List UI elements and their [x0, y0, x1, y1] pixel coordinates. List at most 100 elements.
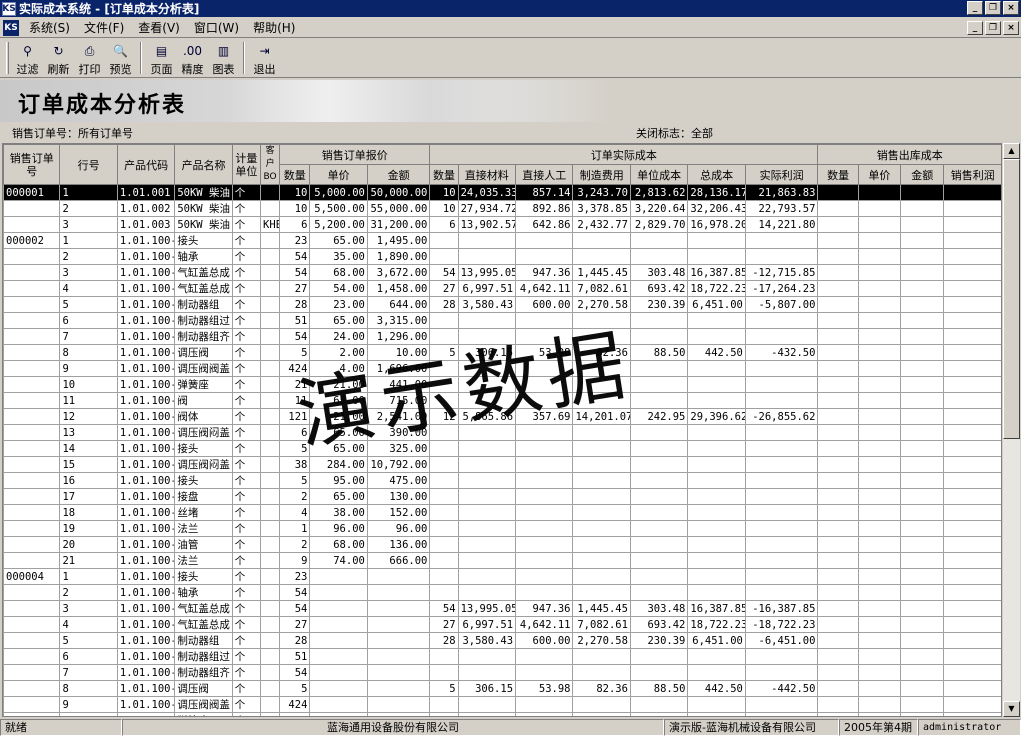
cell-out-profit[interactable] — [944, 473, 1002, 489]
cell-line-no[interactable]: 13 — [60, 425, 117, 441]
cell-out-price[interactable] — [858, 361, 900, 377]
cell-manufacturing[interactable] — [573, 537, 630, 553]
cell-out-profit[interactable] — [944, 617, 1002, 633]
cell-out-qty[interactable] — [818, 489, 858, 505]
cell-quote-price[interactable] — [310, 697, 367, 713]
cell-out-price[interactable] — [858, 473, 900, 489]
cell-unit[interactable]: 个 — [232, 553, 260, 569]
cell-unit-cost[interactable] — [630, 329, 687, 345]
cell-total-cost[interactable] — [688, 585, 745, 601]
cell-out-amount[interactable] — [901, 185, 944, 201]
close-button[interactable]: × — [1003, 1, 1019, 15]
cell-order-no[interactable] — [4, 649, 60, 665]
cell-unit[interactable]: 个 — [232, 313, 260, 329]
cell-product-code[interactable]: 1.01.100-1 — [117, 425, 174, 441]
cell-order-no[interactable] — [4, 489, 60, 505]
cell-order-no[interactable] — [4, 537, 60, 553]
cell-total-cost[interactable]: 442.50 — [688, 345, 745, 361]
cell-out-price[interactable] — [858, 601, 900, 617]
cell-actual-profit[interactable] — [745, 553, 818, 569]
cell-actual-profit[interactable]: 22,793.57 — [745, 201, 818, 217]
cell-customer[interactable] — [261, 361, 280, 377]
cell-direct-material[interactable] — [458, 521, 515, 537]
cell-order-no[interactable] — [4, 585, 60, 601]
cell-out-profit[interactable] — [944, 393, 1002, 409]
cell-quote-qty[interactable]: 54 — [280, 249, 310, 265]
cell-total-cost[interactable] — [688, 665, 745, 681]
cell-out-price[interactable] — [858, 393, 900, 409]
cell-customer[interactable] — [261, 297, 280, 313]
exit-button[interactable]: ⇥退出 — [249, 40, 280, 77]
cell-actual-profit[interactable]: -16,387.85 — [745, 601, 818, 617]
col-header-direct-material[interactable]: 直接材料 — [458, 165, 515, 185]
cell-direct-material[interactable] — [458, 665, 515, 681]
cell-quote-price[interactable]: 68.00 — [310, 265, 367, 281]
cell-product-name[interactable]: 接头 — [175, 233, 232, 249]
cell-unit[interactable]: 个 — [232, 473, 260, 489]
cell-out-amount[interactable] — [901, 665, 944, 681]
cell-out-price[interactable] — [858, 665, 900, 681]
cell-unit-cost[interactable] — [630, 377, 687, 393]
col-header-quote-amount[interactable]: 金额 — [367, 165, 430, 185]
cell-unit-cost[interactable] — [630, 713, 687, 718]
cell-out-profit[interactable] — [944, 441, 1002, 457]
cell-out-price[interactable] — [858, 217, 900, 233]
cell-product-code[interactable]: 1.01.100-1 — [117, 409, 174, 425]
cell-out-price[interactable] — [858, 505, 900, 521]
cell-line-no[interactable]: 16 — [60, 473, 117, 489]
cell-unit[interactable]: 个 — [232, 617, 260, 633]
cell-quote-price[interactable]: 5,200.00 — [310, 217, 367, 233]
cell-direct-labor[interactable]: 600.00 — [516, 633, 573, 649]
cell-quote-amount[interactable] — [367, 617, 430, 633]
cell-out-profit[interactable] — [944, 649, 1002, 665]
cell-product-name[interactable]: 气缸盖总成 — [175, 617, 232, 633]
doc-restore-button[interactable]: ❐ — [985, 21, 1001, 35]
cell-order-no[interactable] — [4, 313, 60, 329]
cell-manufacturing[interactable]: 2,270.58 — [573, 633, 630, 649]
cell-quote-price[interactable]: 5,000.00 — [310, 185, 367, 201]
table-row[interactable]: 21.01.100-1轴承个5435.001,890.00 — [4, 249, 1002, 265]
cell-manufacturing[interactable]: 2,432.77 — [573, 217, 630, 233]
scroll-down-icon[interactable]: ▼ — [1003, 701, 1020, 717]
cell-quote-amount[interactable]: 666.00 — [367, 553, 430, 569]
cell-order-no[interactable] — [4, 201, 60, 217]
cell-out-profit[interactable] — [944, 281, 1002, 297]
col-header-line-no[interactable]: 行号 — [60, 145, 117, 185]
col-header-customer[interactable]: 客户BO — [261, 145, 280, 185]
cell-out-price[interactable] — [858, 489, 900, 505]
cell-direct-material[interactable] — [458, 649, 515, 665]
col-header-unit-cost[interactable]: 单位成本 — [630, 165, 687, 185]
cell-product-name[interactable]: 50KW 柴油 — [175, 217, 232, 233]
cell-line-no[interactable]: 7 — [60, 329, 117, 345]
cell-out-price[interactable] — [858, 537, 900, 553]
cell-unit-cost[interactable] — [630, 233, 687, 249]
cell-product-code[interactable]: 1.01.100-1 — [117, 585, 174, 601]
cell-total-cost[interactable]: 6,451.00 — [688, 297, 745, 313]
cell-out-price[interactable] — [858, 265, 900, 281]
cell-direct-material[interactable] — [458, 569, 515, 585]
cell-product-code[interactable]: 1.01.003 — [117, 217, 174, 233]
cell-customer[interactable] — [261, 649, 280, 665]
vertical-scrollbar[interactable]: ▲ ▼ — [1003, 143, 1020, 717]
cell-out-qty[interactable] — [818, 201, 858, 217]
cell-quote-price[interactable]: 5,500.00 — [310, 201, 367, 217]
cell-unit[interactable]: 个 — [232, 329, 260, 345]
table-row[interactable]: 81.01.100-1调压阀个55306.1553.9882.3688.5044… — [4, 681, 1002, 697]
cell-unit[interactable]: 个 — [232, 233, 260, 249]
cell-line-no[interactable]: 20 — [60, 537, 117, 553]
cell-product-code[interactable]: 1.01.100-1 — [117, 265, 174, 281]
cell-unit[interactable]: 个 — [232, 393, 260, 409]
cell-customer[interactable] — [261, 441, 280, 457]
table-row[interactable]: 31.01.100-1气缸盖总成个5468.003,672.005413,995… — [4, 265, 1002, 281]
cell-customer[interactable] — [261, 489, 280, 505]
cell-manufacturing[interactable] — [573, 665, 630, 681]
cell-unit[interactable]: 个 — [232, 649, 260, 665]
table-row[interactable]: 201.01.100-1油管个268.00136.00 — [4, 537, 1002, 553]
cell-out-qty[interactable] — [818, 537, 858, 553]
cell-line-no[interactable]: 14 — [60, 441, 117, 457]
cell-out-qty[interactable] — [818, 265, 858, 281]
cell-product-name[interactable]: 制动器组 — [175, 297, 232, 313]
cell-out-amount[interactable] — [901, 233, 944, 249]
cell-product-name[interactable]: 阀 — [175, 393, 232, 409]
cell-order-no[interactable] — [4, 505, 60, 521]
